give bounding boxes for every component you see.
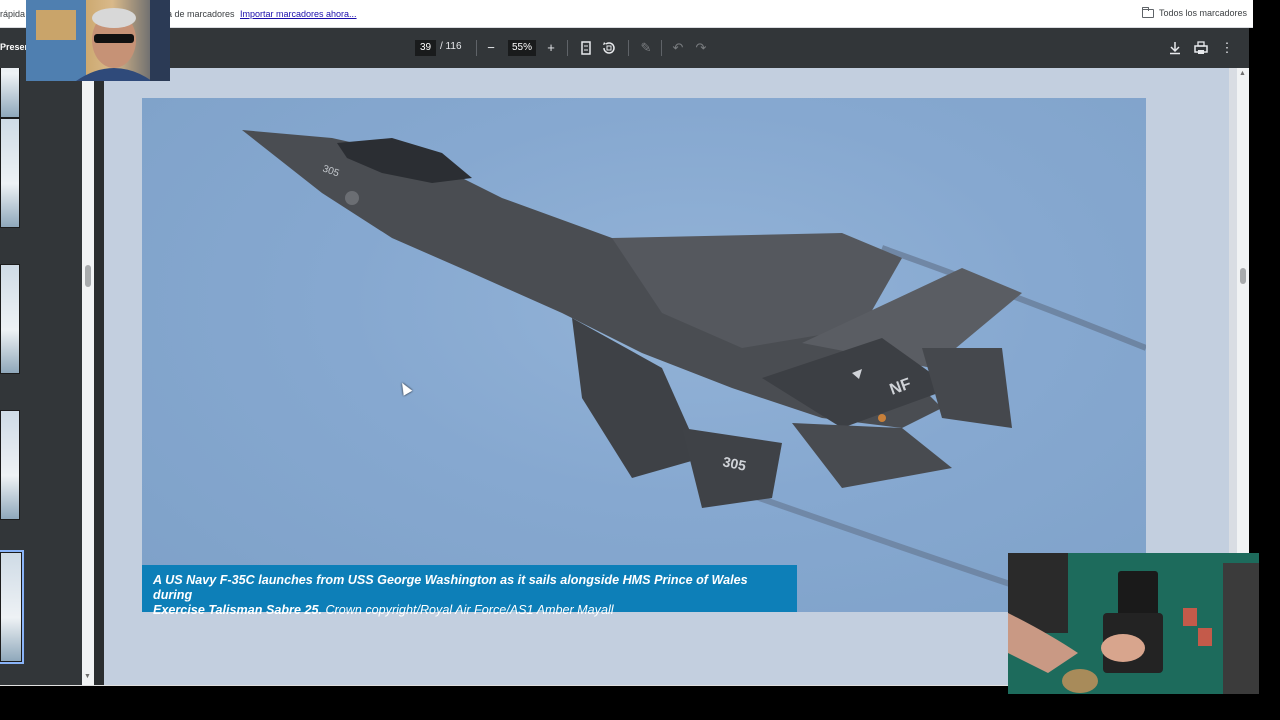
page-thumbnail[interactable] <box>0 118 20 228</box>
page-thumbnail[interactable] <box>0 68 20 118</box>
zoom-in-icon[interactable]: + <box>542 39 560 57</box>
toolbar-divider <box>476 40 477 56</box>
sidebar-divider <box>94 68 104 685</box>
bookmark-fragment[interactable]: rápida <box>0 9 25 19</box>
caption-lead: A US Navy F-35C launches from USS George… <box>153 573 651 587</box>
print-icon[interactable] <box>1192 39 1210 57</box>
toolbar-divider <box>628 40 629 56</box>
more-icon[interactable]: ⋮ <box>1218 39 1236 57</box>
pdf-toolbar: Presen 39 / 116 − 55% + ✎ ↶ ↷ ⋮ <box>0 28 1249 68</box>
download-icon[interactable] <box>1166 39 1184 57</box>
bookmarks-bar: rápida ra de marcadores Importar marcado… <box>0 0 1253 28</box>
page-number-input[interactable]: 39 <box>415 40 436 56</box>
hands-webcam <box>1008 553 1259 694</box>
fit-page-icon[interactable] <box>577 39 595 57</box>
presenter-webcam <box>26 0 170 81</box>
all-bookmarks-label: Todos los marcadores <box>1159 8 1248 18</box>
bookmarks-hint: ra de marcadores <box>164 9 235 19</box>
sidebar-scrollbar[interactable] <box>82 68 94 685</box>
import-bookmarks-link[interactable]: Importar marcadores ahora... <box>240 9 357 19</box>
zoom-input[interactable]: 55% <box>508 40 536 56</box>
viewer-scrollbar-thumb[interactable] <box>1240 268 1246 284</box>
page-thumbnail[interactable] <box>0 410 20 520</box>
all-bookmarks-button[interactable]: Todos los marcadores <box>1142 7 1248 19</box>
viewer-scroll-up-icon[interactable]: ▲ <box>1239 70 1246 77</box>
toolbar-divider <box>661 40 662 56</box>
page-total: / 116 <box>440 41 462 52</box>
undo-icon[interactable]: ↶ <box>669 39 687 57</box>
folder-icon <box>1142 7 1154 19</box>
caption-exercise: Exercise Talisman Sabre 25. <box>153 603 322 617</box>
photo-caption: A US Navy F-35C launches from USS George… <box>142 565 797 617</box>
thumbnail-sidebar <box>0 68 82 685</box>
page-thumbnail[interactable] <box>0 264 20 374</box>
page-thumbnail-current[interactable] <box>0 550 24 664</box>
caption-credit: Crown copyright/Royal Air Force/AS1 Ambe… <box>321 603 614 617</box>
toolbar-divider <box>567 40 568 56</box>
aircraft-photo: 305 NF 305 <box>142 98 1146 612</box>
sidebar-scrollbar-thumb[interactable] <box>85 265 91 287</box>
rotate-icon[interactable] <box>600 39 618 57</box>
redo-icon[interactable]: ↷ <box>692 39 710 57</box>
sidebar-scroll-down-icon[interactable]: ▼ <box>84 673 91 680</box>
annotate-icon[interactable]: ✎ <box>637 39 655 57</box>
zoom-out-icon[interactable]: − <box>482 39 500 57</box>
